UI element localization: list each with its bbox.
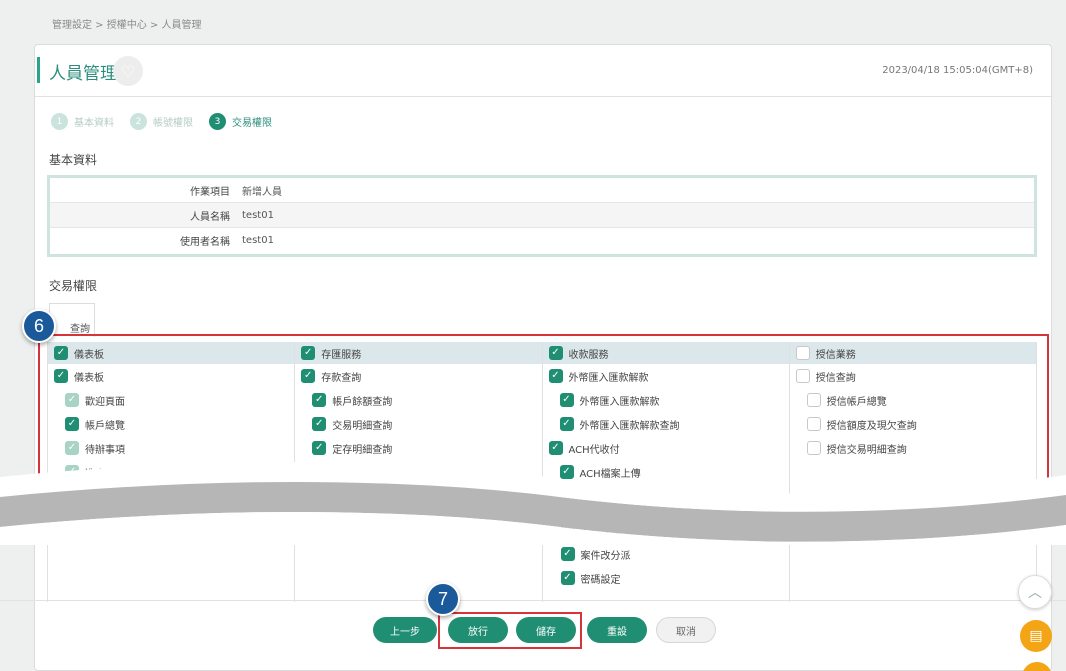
- step-label: 交易權限: [232, 118, 272, 129]
- info-value: 新增人員: [242, 186, 282, 198]
- step-number: 2: [130, 113, 147, 130]
- breadcrumb: 管理設定 > 授權中心 > 人員管理: [52, 20, 202, 31]
- title-accent: [37, 57, 40, 83]
- step-account: 2 帳號權限: [130, 113, 193, 130]
- step-label: 基本資料: [74, 118, 114, 129]
- scroll-up-icon[interactable]: ︿: [1018, 575, 1052, 609]
- step-badge-6: 6: [22, 309, 56, 343]
- step-number: 3: [209, 113, 226, 130]
- basic-heading: 基本資料: [49, 153, 98, 167]
- info-label: 作業項目: [190, 186, 230, 198]
- step-trade: 3 交易權限: [209, 113, 272, 130]
- info-row: 使用者名稱 test01: [50, 228, 1034, 253]
- info-row: 人員名稱 test01: [50, 203, 1034, 228]
- info-label: 使用者名稱: [180, 237, 230, 248]
- permission-item[interactable]: ✓ 密碼設定: [560, 566, 631, 590]
- prev-button[interactable]: 上一步: [373, 617, 437, 643]
- permission-label: 密碼設定: [580, 574, 621, 586]
- highlight-frame-7: [438, 612, 582, 649]
- step-label: 帳號權限: [153, 118, 193, 129]
- page-break-wave: [0, 462, 1066, 545]
- page-title: 人員管理: [49, 64, 117, 84]
- favorite-heart-icon[interactable]: ♡: [113, 56, 143, 86]
- cancel-button[interactable]: 取消: [656, 617, 716, 643]
- step-basic: 1 基本資料: [51, 113, 114, 130]
- reset-button[interactable]: 重設: [587, 617, 647, 643]
- checkbox-icon[interactable]: ✓: [560, 571, 575, 585]
- stepper: 1 基本資料 2 帳號權限 3 交易權限: [51, 113, 272, 130]
- checkbox-icon[interactable]: ✓: [560, 547, 575, 561]
- info-row: 作業項目 新增人員: [50, 178, 1034, 203]
- main-card: 人員管理 ♡ 2023/04/18 15:05:04(GMT+8) 1 基本資料…: [34, 44, 1052, 671]
- info-value: test01: [242, 235, 274, 246]
- step-badge-7: 7: [426, 582, 460, 616]
- timestamp: 2023/04/18 15:05:04(GMT+8): [882, 65, 1033, 76]
- title-bar: 人員管理 ♡ 2023/04/18 15:05:04(GMT+8): [35, 45, 1051, 97]
- tab-query[interactable]: 查詢: [49, 303, 95, 337]
- permission-label: 案件改分派: [580, 550, 631, 562]
- trade-heading: 交易權限: [49, 279, 98, 293]
- permission-item[interactable]: ✓ 案件改分派: [560, 542, 631, 566]
- step-number: 1: [51, 113, 68, 130]
- info-label: 人員名稱: [190, 211, 230, 223]
- basic-info-table: 作業項目 新增人員 人員名稱 test01 使用者名稱 test01: [47, 175, 1037, 257]
- document-icon[interactable]: ▤: [1020, 620, 1052, 652]
- info-value: test01: [242, 209, 274, 221]
